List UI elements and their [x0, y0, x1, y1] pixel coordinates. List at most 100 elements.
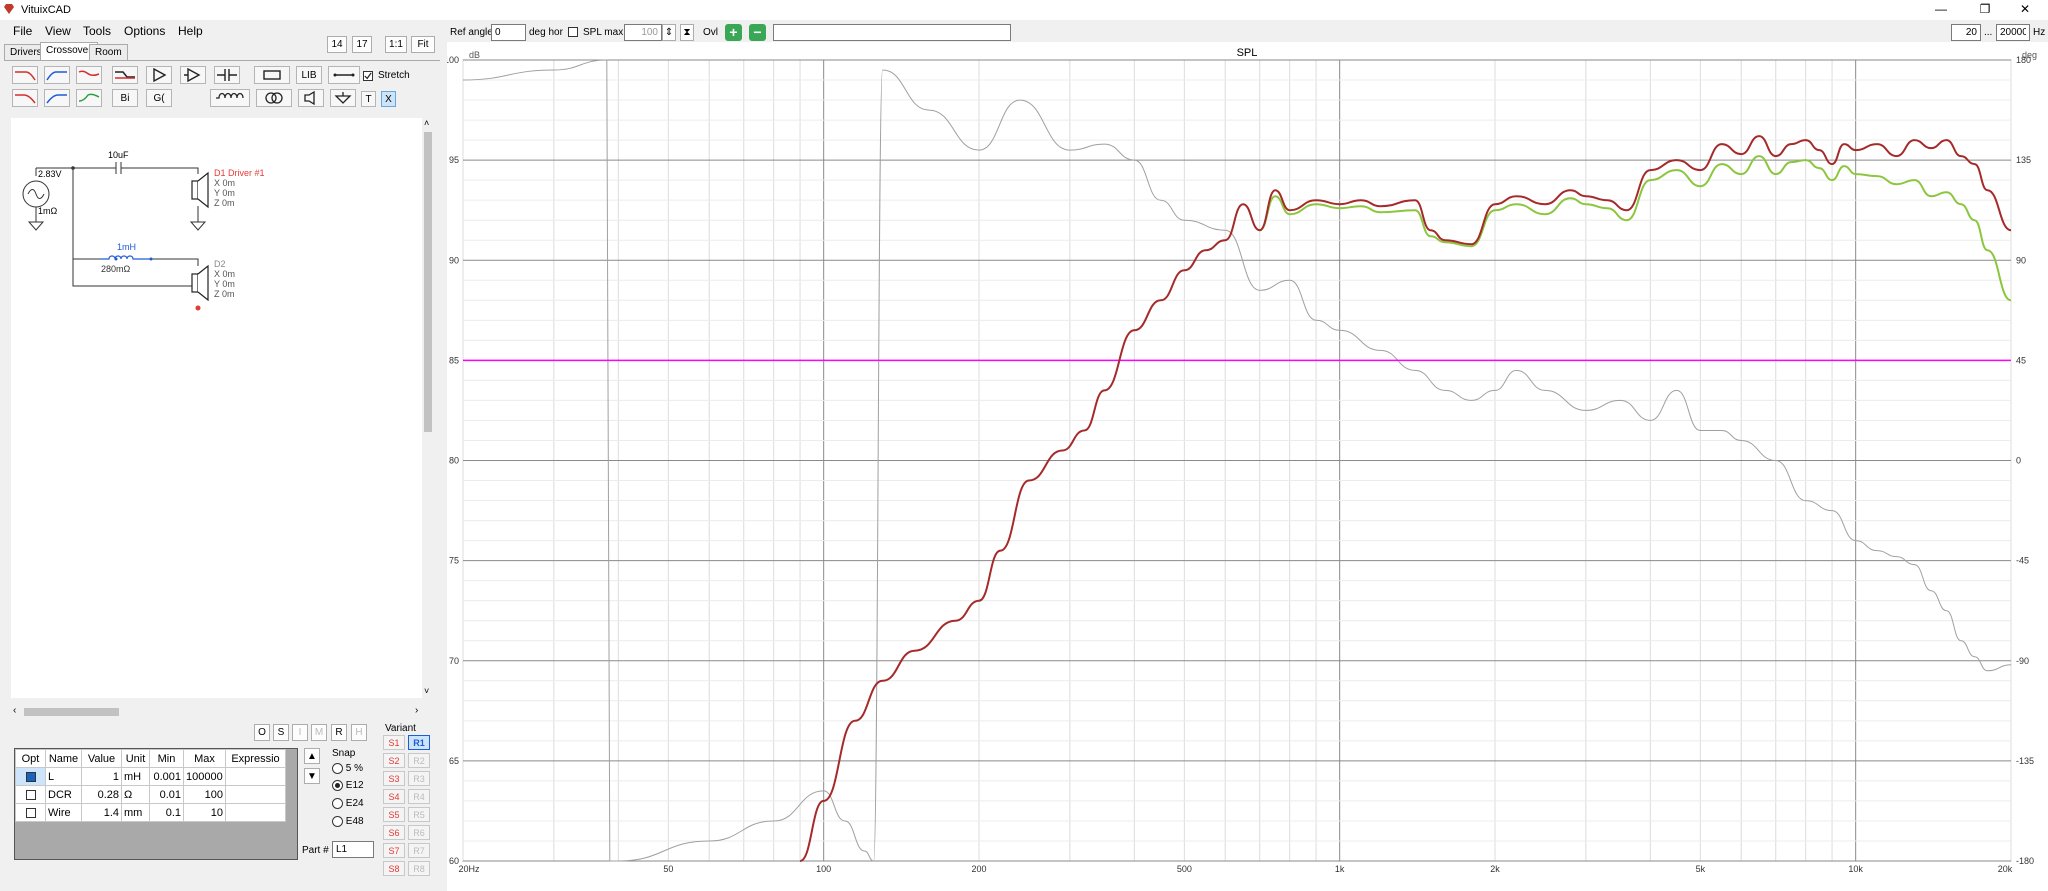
- spl-max-checkbox[interactable]: [568, 27, 578, 37]
- menu-help[interactable]: Help: [178, 24, 203, 38]
- delete-button[interactable]: X: [381, 91, 396, 107]
- freq-max-input[interactable]: [1996, 24, 2030, 41]
- vertical-scroll-thumb[interactable]: [424, 132, 432, 432]
- cell-expression[interactable]: [225, 767, 286, 786]
- highpass-filter-button[interactable]: [44, 66, 70, 84]
- lowpass-filter-button[interactable]: [12, 66, 38, 84]
- cell-max[interactable]: 100: [183, 785, 226, 804]
- part-number-input[interactable]: [332, 841, 374, 858]
- driver1-name[interactable]: D1 Driver #1: [214, 168, 265, 178]
- shelf-filter-button[interactable]: [112, 66, 138, 84]
- schematic-horizontal-scrollbar[interactable]: ‹ ›: [11, 705, 425, 719]
- cell-value[interactable]: 1.4: [81, 803, 122, 822]
- cell-min[interactable]: 0.01: [149, 785, 184, 804]
- variant-r6-button[interactable]: R6: [408, 825, 430, 840]
- snap-option-e48[interactable]: E48: [332, 816, 364, 827]
- variant-r8-button[interactable]: R8: [408, 861, 430, 876]
- overlay-select[interactable]: [773, 24, 1011, 41]
- table-row[interactable]: Wire 1.4 mm 0.1 10: [15, 803, 286, 822]
- scroll-right-arrow-icon[interactable]: ›: [415, 705, 418, 716]
- variant-r2-button[interactable]: R2: [408, 753, 430, 768]
- spl-chart[interactable]: SPL dB deg 20Hz 50 100 200 500 1k 2k 5k 10k 20k60…: [447, 42, 2048, 891]
- grid-r-button[interactable]: R: [331, 724, 347, 741]
- wire-button[interactable]: [328, 66, 360, 84]
- grid-s-button[interactable]: S: [273, 724, 289, 741]
- menu-options[interactable]: Options: [124, 24, 165, 38]
- library-button[interactable]: LIB: [296, 66, 322, 84]
- grid-m-button[interactable]: M: [311, 724, 327, 741]
- cell-max[interactable]: 100000: [183, 767, 226, 786]
- variant-s5-button[interactable]: S5: [383, 807, 405, 822]
- cell-value[interactable]: 0.28: [81, 785, 122, 804]
- notch-filter-button[interactable]: [76, 89, 102, 107]
- resistor-button[interactable]: [254, 66, 290, 84]
- close-button[interactable]: ✕: [2002, 0, 2048, 20]
- variant-r7-button[interactable]: R7: [408, 843, 430, 858]
- variant-r1-button[interactable]: R1: [408, 735, 430, 750]
- variant-r5-button[interactable]: R5: [408, 807, 430, 822]
- amplifier-button[interactable]: [180, 66, 206, 84]
- bandpass-filter-button[interactable]: [76, 66, 102, 84]
- transformer-button[interactable]: [256, 89, 292, 107]
- variant-s3-button[interactable]: S3: [383, 771, 405, 786]
- gain-button[interactable]: G(: [146, 89, 172, 107]
- variant-s6-button[interactable]: S6: [383, 825, 405, 840]
- scroll-down-arrow-icon[interactable]: ˅: [424, 686, 429, 696]
- cell-max[interactable]: 10: [183, 803, 226, 822]
- schematic-canvas[interactable]: 2.83V 1mΩ 10uF 1mH 280mΩ D1 Driver #1 X …: [11, 118, 425, 698]
- highpass2-filter-button[interactable]: [44, 89, 70, 107]
- variant-s7-button[interactable]: S7: [383, 843, 405, 858]
- capacitor-button[interactable]: [214, 66, 240, 84]
- menu-file[interactable]: File: [13, 24, 32, 38]
- cell-min[interactable]: 0.1: [149, 803, 184, 822]
- grid-o-button[interactable]: O: [254, 724, 270, 741]
- spl-max-spinner[interactable]: ⇕: [662, 24, 676, 41]
- freq-min-input[interactable]: [1951, 24, 1981, 41]
- table-row[interactable]: DCR 0.28 Ω 0.01 100: [15, 785, 286, 804]
- tab-room[interactable]: Room: [89, 44, 128, 60]
- menu-tools[interactable]: Tools: [83, 24, 111, 38]
- snap-option-e24[interactable]: E24: [332, 798, 364, 809]
- snap-option-e12[interactable]: E12: [332, 780, 364, 791]
- minimize-button[interactable]: —: [1918, 0, 1964, 20]
- driver2-name[interactable]: D2: [214, 259, 226, 269]
- variant-s2-button[interactable]: S2: [383, 753, 405, 768]
- variant-r4-button[interactable]: R4: [408, 789, 430, 804]
- snap-option-5[interactable]: 5 %: [332, 763, 363, 774]
- biquad-button[interactable]: Bi: [112, 89, 138, 107]
- schematic-vertical-scrollbar[interactable]: ˄ ˅: [422, 118, 434, 698]
- opt-checkbox[interactable]: [25, 807, 36, 818]
- add-overlay-button[interactable]: +: [725, 24, 742, 41]
- variant-s8-button[interactable]: S8: [383, 861, 405, 876]
- grid-h-button[interactable]: H: [351, 724, 367, 741]
- cell-expression[interactable]: [225, 803, 286, 822]
- variant-s4-button[interactable]: S4: [383, 789, 405, 804]
- driver-button[interactable]: [298, 89, 324, 107]
- part-properties-grid[interactable]: Opt Name Value Unit Min Max Expressio L …: [14, 748, 298, 860]
- opt-checkbox[interactable]: [25, 789, 36, 800]
- text-button[interactable]: T: [361, 91, 376, 107]
- variant-s1-button[interactable]: S1: [383, 735, 405, 750]
- scroll-left-arrow-icon[interactable]: ‹: [13, 705, 16, 716]
- menu-view[interactable]: View: [45, 24, 71, 38]
- move-down-button[interactable]: ▼: [304, 768, 320, 784]
- ref-angle-input[interactable]: [491, 24, 526, 41]
- stretch-checkbox[interactable]: [363, 71, 373, 81]
- buffer-button[interactable]: [146, 66, 172, 84]
- move-up-button[interactable]: ▲: [304, 748, 320, 764]
- remove-overlay-button[interactable]: −: [749, 24, 766, 41]
- inductor-button[interactable]: [210, 89, 250, 107]
- grid-i-button[interactable]: I: [292, 724, 308, 741]
- cell-value[interactable]: 1: [81, 767, 122, 786]
- cell-min[interactable]: 0.001: [149, 767, 184, 786]
- cell-expression[interactable]: [225, 785, 286, 804]
- ground-button[interactable]: [330, 89, 356, 107]
- lowpass2-filter-button[interactable]: [12, 89, 38, 107]
- horizontal-scroll-thumb[interactable]: [24, 708, 119, 716]
- spl-max-input[interactable]: [624, 24, 662, 41]
- table-row[interactable]: L 1 mH 0.001 100000: [15, 767, 286, 786]
- spl-fit-button[interactable]: ⧗: [680, 24, 694, 41]
- scroll-up-arrow-icon[interactable]: ˄: [424, 118, 429, 128]
- variant-r3-button[interactable]: R3: [408, 771, 430, 786]
- opt-checkbox[interactable]: [25, 771, 36, 782]
